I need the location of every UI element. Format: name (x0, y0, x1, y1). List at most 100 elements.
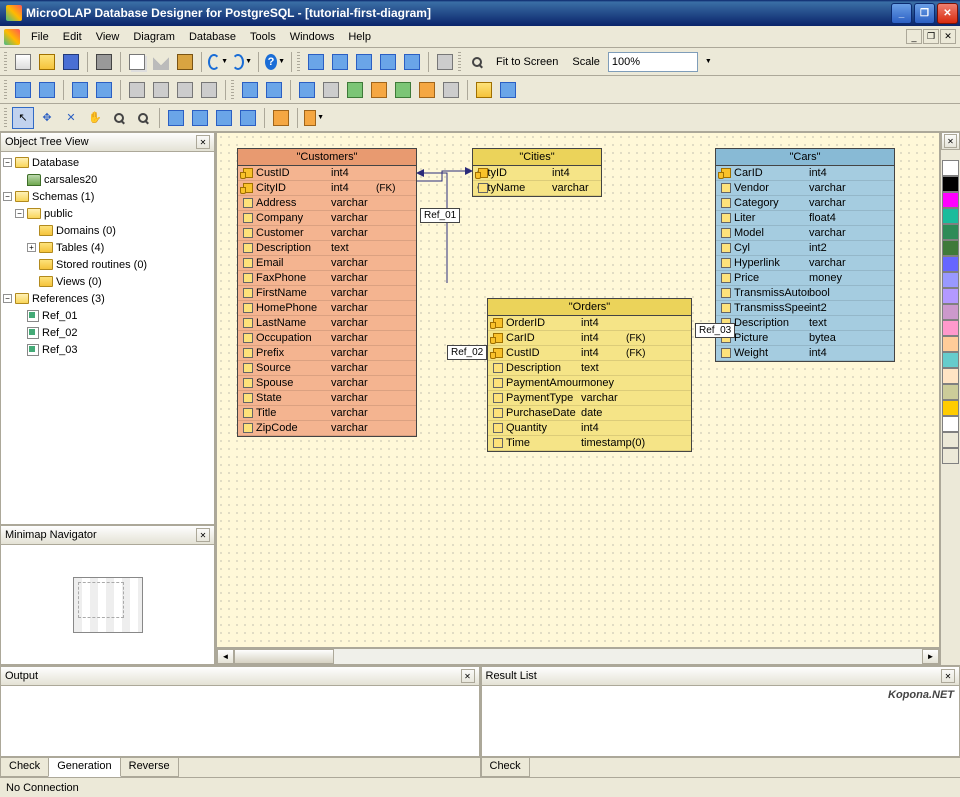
color-swatch[interactable] (942, 288, 959, 304)
table-column[interactable]: Companyvarchar (238, 211, 416, 226)
table-column[interactable]: PurchaseDatedate (488, 406, 691, 421)
tb2-btn[interactable] (239, 79, 261, 101)
toolbar-grip[interactable] (231, 80, 234, 100)
scale-dropdown[interactable]: ▼ (700, 51, 716, 73)
tree-toggle[interactable]: − (15, 209, 24, 218)
tree-node[interactable]: carsales20 (44, 174, 97, 186)
tree-node[interactable]: Stored routines (0) (56, 259, 147, 271)
table-column[interactable]: CarIDint4 (716, 166, 894, 181)
minimap-viewport[interactable] (73, 577, 143, 633)
table-orders[interactable]: "Orders" OrderIDint4CarIDint4(FK)CustIDi… (487, 298, 692, 452)
table-column[interactable]: CityIDint4 (473, 166, 601, 181)
ref-label-3[interactable]: Ref_03 (695, 323, 735, 338)
color-swatch[interactable] (942, 240, 959, 256)
table-customers[interactable]: "Customers" CustIDint4CityIDint4(FK)Addr… (237, 148, 417, 437)
table-column[interactable]: CustIDint4(FK) (488, 346, 691, 361)
open-button[interactable] (36, 51, 58, 73)
menu-file[interactable]: File (24, 28, 56, 46)
tab-generation[interactable]: Generation (48, 758, 120, 777)
tree-toggle[interactable]: − (3, 192, 12, 201)
tree-node[interactable]: Schemas (1) (32, 191, 94, 203)
color-swatch[interactable] (942, 208, 959, 224)
tree-node[interactable]: Views (0) (56, 276, 102, 288)
table-column[interactable]: Hyperlinkvarchar (716, 256, 894, 271)
color-swatch[interactable] (942, 160, 959, 176)
table-column[interactable]: Titlevarchar (238, 406, 416, 421)
layout-btn-4[interactable] (377, 51, 399, 73)
mdi-close[interactable]: ✕ (940, 29, 956, 44)
table-column[interactable]: CarIDint4(FK) (488, 331, 691, 346)
zoom-out-tool[interactable] (132, 107, 154, 129)
tree-node[interactable]: Ref_02 (42, 327, 77, 339)
table-column[interactable]: ZipCodevarchar (238, 421, 416, 436)
tb2-btn[interactable] (263, 79, 285, 101)
hand-tool[interactable]: ✋ (84, 107, 106, 129)
copy-button[interactable] (126, 51, 148, 73)
menu-tools[interactable]: Tools (243, 28, 283, 46)
tb2-btn[interactable] (126, 79, 148, 101)
color-swatch[interactable] (942, 320, 959, 336)
help-button[interactable]: ?▼ (264, 51, 286, 73)
minimap-body[interactable] (0, 545, 215, 665)
table-column[interactable]: FaxPhonevarchar (238, 271, 416, 286)
tree-node[interactable]: Database (32, 157, 79, 169)
layout-btn-1[interactable] (305, 51, 327, 73)
table-column[interactable]: Addressvarchar (238, 196, 416, 211)
tb2-btn[interactable] (320, 79, 342, 101)
tb2-btn[interactable] (392, 79, 414, 101)
table-column[interactable]: Literfloat4 (716, 211, 894, 226)
tree-close[interactable]: ✕ (196, 135, 210, 149)
table-column[interactable]: PaymentTypevarchar (488, 391, 691, 406)
tree-toggle[interactable]: − (3, 158, 12, 167)
tree-node[interactable]: Ref_03 (42, 344, 77, 356)
color-swatch[interactable] (942, 368, 959, 384)
table-tool[interactable] (165, 107, 187, 129)
delete-tool[interactable]: ✕ (60, 107, 82, 129)
table-column[interactable]: Descriptiontext (488, 361, 691, 376)
object-tree[interactable]: −Database carsales20 −Schemas (1) −publi… (0, 152, 215, 525)
color-swatch[interactable] (942, 272, 959, 288)
tree-node[interactable]: Tables (4) (56, 242, 104, 254)
maximize-button[interactable]: ❐ (914, 3, 935, 24)
tb2-btn[interactable] (174, 79, 196, 101)
zoom-in-tool[interactable] (108, 107, 130, 129)
relation-tool[interactable] (189, 107, 211, 129)
tree-toggle[interactable]: + (27, 243, 36, 252)
menu-diagram[interactable]: Diagram (126, 28, 182, 46)
table-column[interactable]: Picturebytea (716, 331, 894, 346)
grid-button[interactable] (434, 51, 456, 73)
new-button[interactable] (12, 51, 34, 73)
print-button[interactable] (93, 51, 115, 73)
toolbar-grip[interactable] (297, 52, 300, 72)
paste-button[interactable] (174, 51, 196, 73)
ref-label-2[interactable]: Ref_02 (447, 345, 487, 360)
table-column[interactable]: Weightint4 (716, 346, 894, 361)
palette-close[interactable]: ✕ (944, 134, 957, 148)
canvas-hscroll[interactable]: ◄ ► (216, 648, 940, 665)
move-tool[interactable]: ✥ (36, 107, 58, 129)
tb3-btn[interactable] (213, 107, 235, 129)
tb2-btn[interactable] (36, 79, 58, 101)
table-column[interactable]: FirstNamevarchar (238, 286, 416, 301)
tab-reverse[interactable]: Reverse (120, 758, 179, 777)
table-column[interactable]: OrderIDint4 (488, 316, 691, 331)
tree-node[interactable]: Domains (0) (56, 225, 116, 237)
table-column[interactable]: Occupationvarchar (238, 331, 416, 346)
output-close[interactable]: ✕ (461, 669, 475, 683)
toolbar-grip[interactable] (458, 52, 461, 72)
color-swatch[interactable] (942, 432, 959, 448)
undo-button[interactable]: ▼ (207, 51, 229, 73)
toolbar-grip[interactable] (4, 108, 7, 128)
menu-windows[interactable]: Windows (283, 28, 342, 46)
table-column[interactable]: Spousevarchar (238, 376, 416, 391)
color-swatch[interactable] (942, 176, 959, 192)
table-column[interactable]: CustIDint4 (238, 166, 416, 181)
menu-view[interactable]: View (89, 28, 127, 46)
color-swatch[interactable] (942, 304, 959, 320)
color-swatch[interactable] (942, 448, 959, 464)
mdi-minimize[interactable]: _ (906, 29, 922, 44)
zoom-button[interactable] (466, 51, 488, 73)
tree-toggle[interactable]: − (3, 294, 12, 303)
table-cars[interactable]: "Cars" CarIDint4VendorvarcharCategoryvar… (715, 148, 895, 362)
table-column[interactable]: LastNamevarchar (238, 316, 416, 331)
